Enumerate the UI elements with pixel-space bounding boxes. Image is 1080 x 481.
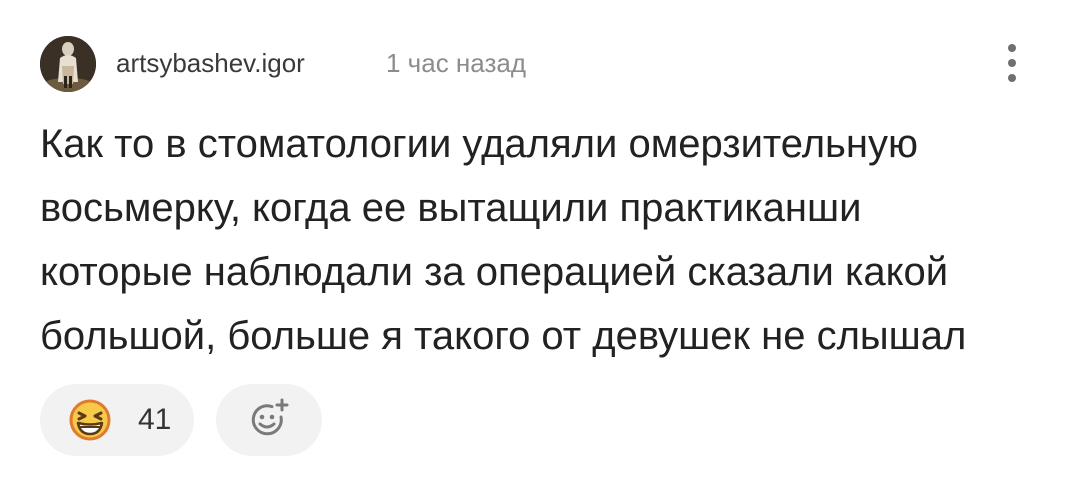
grinning-squinting-face-icon: [69, 399, 111, 441]
ellipsis-dot: [1008, 74, 1016, 82]
comment-card: artsybashev.igor 1 час назад Как то в ст…: [0, 0, 1080, 481]
smiley-plus-icon: [251, 398, 289, 436]
comment-line: восьмерку, когда ее вытащили практиканши: [40, 186, 862, 230]
avatar-image: [40, 36, 96, 92]
comment-line: которые наблюдали за операцией сказали к…: [40, 250, 949, 294]
avatar[interactable]: [40, 36, 96, 92]
more-options-button[interactable]: [996, 38, 1028, 88]
reaction-button[interactable]: 41: [40, 384, 194, 456]
add-reaction-button[interactable]: [216, 384, 322, 456]
reaction-count: 41: [138, 403, 172, 436]
vertical-ellipsis-icon: [1008, 44, 1016, 52]
comment-text: Как то в стоматологии удаляли омерзитель…: [40, 112, 1050, 368]
username[interactable]: artsybashev.igor: [116, 46, 305, 80]
comment-line: большой, больше я такого от девушек не с…: [40, 314, 967, 358]
timestamp: 1 час назад: [386, 48, 526, 78]
ellipsis-dot: [1008, 59, 1016, 67]
comment-line: Как то в стоматологии удаляли омерзитель…: [40, 122, 918, 166]
